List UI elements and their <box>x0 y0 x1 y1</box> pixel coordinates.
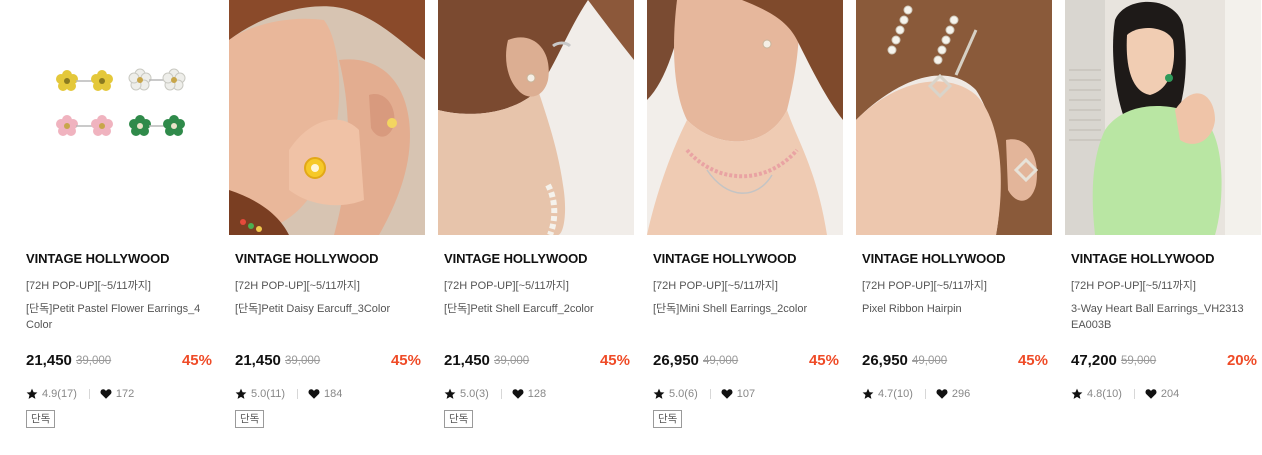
star-icon <box>235 388 247 399</box>
product-brand[interactable]: VINTAGE HOLLYWOOD <box>235 251 379 266</box>
discount-rate: 45% <box>808 352 839 369</box>
model-in-green-knit-photo <box>1065 0 1261 235</box>
product-name[interactable]: [단독]Petit Shell Earcuff_2color <box>444 301 634 317</box>
like-count: 296 <box>951 388 971 400</box>
model-with-necklace-photo <box>647 0 843 235</box>
product-name[interactable]: Pixel Ribbon Hairpin <box>862 301 1052 317</box>
product-card[interactable]: VINTAGE HOLLYWOOD [72H POP-UP][~5/11까지] … <box>1065 0 1261 455</box>
like-count: 204 <box>1160 388 1180 400</box>
product-brand[interactable]: VINTAGE HOLLYWOOD <box>862 251 1006 266</box>
product-promo: [72H POP-UP][~5/11까지] <box>653 280 778 292</box>
rating-likes: 5.0(3) 128 <box>444 386 546 402</box>
product-card[interactable]: VINTAGE HOLLYWOOD [72H POP-UP][~5/11까지] … <box>647 0 843 455</box>
like-count: 107 <box>736 388 756 400</box>
exclusive-badge: 단독 <box>653 410 683 428</box>
product-name[interactable]: [단독]Petit Daisy Earcuff_3Color <box>235 301 425 317</box>
product-promo: [72H POP-UP][~5/11까지] <box>235 280 360 292</box>
original-price: 39,000 <box>76 355 112 367</box>
rating-likes: 5.0(11) 184 <box>235 386 342 402</box>
divider <box>1133 389 1135 399</box>
rating-likes: 4.8(10) 204 <box>1071 386 1179 402</box>
original-price: 59,000 <box>1121 355 1157 367</box>
original-price: 49,000 <box>912 355 948 367</box>
product-name[interactable]: [단독]Petit Pastel Flower Earrings_4 Color <box>26 301 216 333</box>
heart-icon[interactable] <box>1145 388 1157 400</box>
product-promo: [72H POP-UP][~5/11까지] <box>862 280 987 292</box>
star-icon <box>862 388 874 399</box>
divider <box>709 389 711 399</box>
product-promo: [72H POP-UP][~5/11까지] <box>1071 280 1196 292</box>
product-brand[interactable]: VINTAGE HOLLYWOOD <box>653 251 797 266</box>
product-card[interactable]: VINTAGE HOLLYWOOD [72H POP-UP][~5/11까지] … <box>20 0 216 455</box>
star-icon <box>444 388 456 399</box>
sale-price: 21,450 <box>26 352 72 369</box>
sale-price: 26,950 <box>653 352 699 369</box>
heart-icon[interactable] <box>308 388 320 400</box>
rating-value: 5.0(6) <box>669 388 698 400</box>
flower-earrings-photo <box>20 0 216 235</box>
discount-rate: 45% <box>599 352 630 369</box>
star-icon <box>653 388 665 399</box>
like-count: 128 <box>527 388 547 400</box>
divider <box>297 389 299 399</box>
sale-price: 47,200 <box>1071 352 1117 369</box>
rating-value: 5.0(3) <box>460 388 489 400</box>
discount-rate: 20% <box>1226 352 1257 369</box>
product-promo: [72H POP-UP][~5/11까지] <box>444 280 569 292</box>
rating-likes: 4.7(10) 296 <box>862 386 970 402</box>
sale-price: 21,450 <box>444 352 490 369</box>
sale-price: 21,450 <box>235 352 281 369</box>
heart-icon[interactable] <box>936 388 948 400</box>
product-grid: VINTAGE HOLLYWOOD [72H POP-UP][~5/11까지] … <box>20 0 1262 455</box>
product-image-flower-earrings[interactable] <box>20 0 216 235</box>
model-with-earcuff-photo <box>229 0 425 235</box>
discount-rate: 45% <box>390 352 421 369</box>
original-price: 49,000 <box>703 355 739 367</box>
rating-value: 4.8(10) <box>1087 388 1122 400</box>
sale-price: 26,950 <box>862 352 908 369</box>
divider <box>88 389 90 399</box>
divider <box>500 389 502 399</box>
product-image-daisy-earcuff[interactable] <box>229 0 425 235</box>
original-price: 39,000 <box>494 355 530 367</box>
heart-icon[interactable] <box>721 388 733 400</box>
heart-icon[interactable] <box>512 388 524 400</box>
rating-value: 4.9(17) <box>42 388 77 400</box>
exclusive-badge: 단독 <box>235 410 265 428</box>
product-brand[interactable]: VINTAGE HOLLYWOOD <box>1071 251 1215 266</box>
discount-rate: 45% <box>1017 352 1048 369</box>
product-name[interactable]: [단독]Mini Shell Earrings_2color <box>653 301 843 317</box>
model-ear-closeup-photo <box>438 0 634 235</box>
like-count: 172 <box>115 388 135 400</box>
product-card[interactable]: VINTAGE HOLLYWOOD [72H POP-UP][~5/11까지] … <box>438 0 634 455</box>
product-brand[interactable]: VINTAGE HOLLYWOOD <box>444 251 588 266</box>
star-icon <box>26 388 38 399</box>
divider <box>924 389 926 399</box>
exclusive-badge: 단독 <box>26 410 56 428</box>
heart-icon[interactable] <box>100 388 112 400</box>
product-promo: [72H POP-UP][~5/11까지] <box>26 280 151 292</box>
product-image-heart-ball[interactable] <box>1065 0 1261 235</box>
star-icon <box>1071 388 1083 399</box>
product-card[interactable]: VINTAGE HOLLYWOOD [72H POP-UP][~5/11까지] … <box>856 0 1052 455</box>
rating-value: 4.7(10) <box>878 388 913 400</box>
rating-likes: 5.0(6) 107 <box>653 386 755 402</box>
product-image-ribbon-hairpin[interactable] <box>856 0 1052 235</box>
product-image-mini-shell[interactable] <box>647 0 843 235</box>
discount-rate: 45% <box>181 352 212 369</box>
model-with-pearl-hairpins-photo <box>856 0 1052 235</box>
rating-value: 5.0(11) <box>251 388 286 400</box>
rating-likes: 4.9(17) 172 <box>26 386 134 402</box>
product-name[interactable]: 3-Way Heart Ball Earrings_VH2313 EA003B <box>1071 301 1261 333</box>
original-price: 39,000 <box>285 355 321 367</box>
exclusive-badge: 단독 <box>444 410 474 428</box>
product-brand[interactable]: VINTAGE HOLLYWOOD <box>26 251 170 266</box>
product-image-shell-earcuff[interactable] <box>438 0 634 235</box>
product-card[interactable]: VINTAGE HOLLYWOOD [72H POP-UP][~5/11까지] … <box>229 0 425 455</box>
like-count: 184 <box>324 388 343 400</box>
